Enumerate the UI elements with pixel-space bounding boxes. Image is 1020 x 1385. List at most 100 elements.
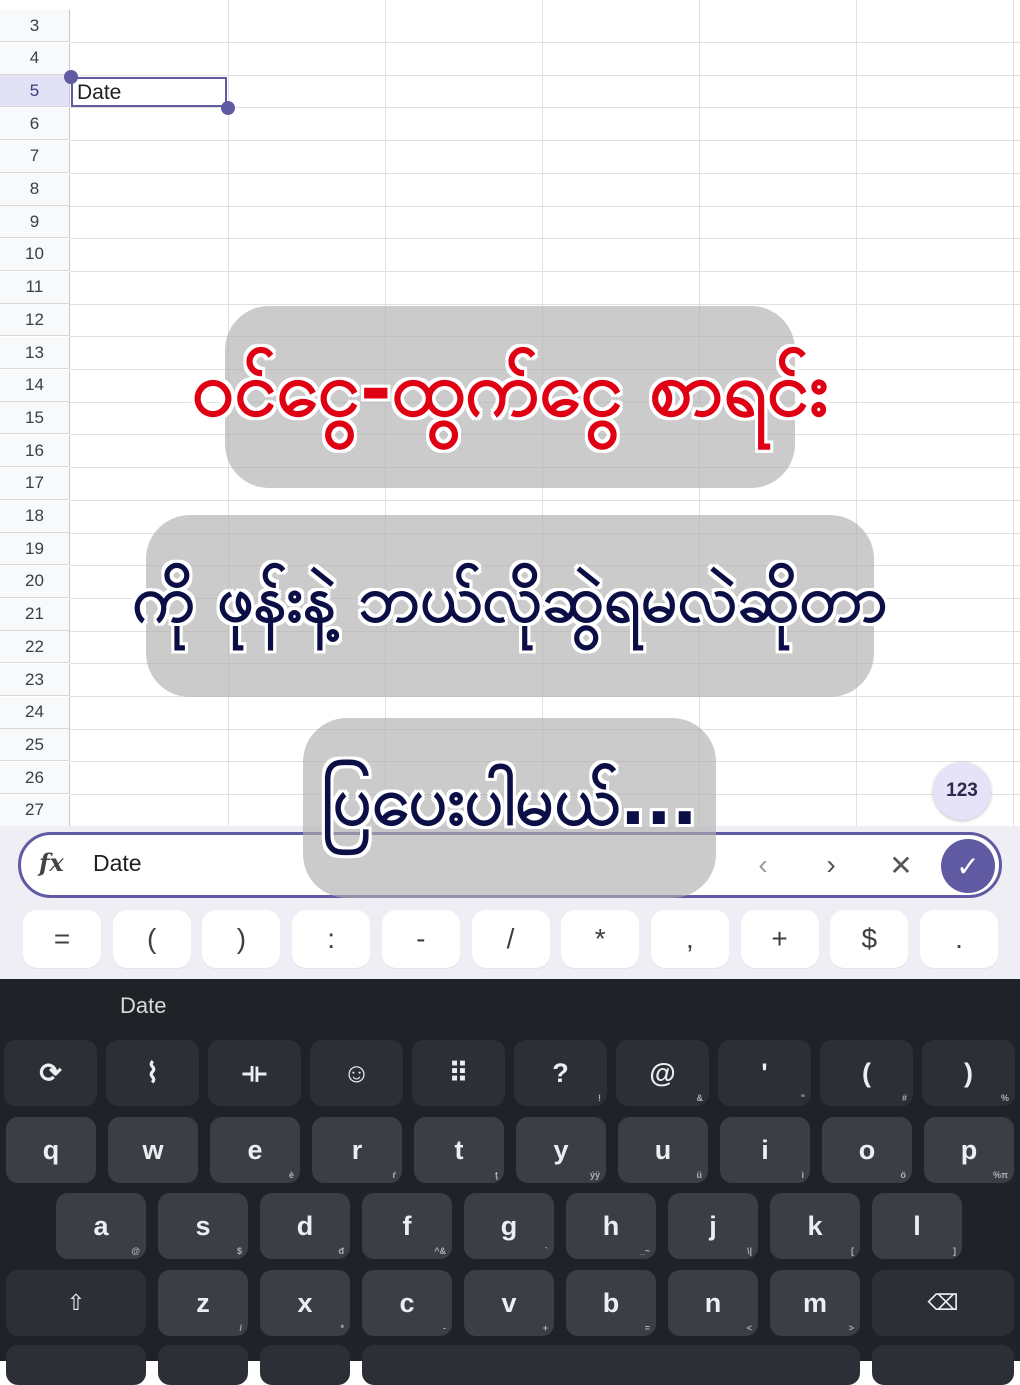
row-header[interactable]: 4: [0, 42, 70, 75]
key-label: @: [649, 1057, 676, 1088]
row-header[interactable]: 17: [0, 467, 70, 500]
letter-key-q[interactable]: q: [6, 1117, 96, 1183]
letter-key-x[interactable]: x *: [260, 1270, 350, 1336]
letter-key-t[interactable]: tţ: [414, 1117, 504, 1183]
row-header[interactable]: 24: [0, 696, 70, 729]
selected-cell[interactable]: Date: [71, 77, 227, 107]
letter-key-v[interactable]: v +: [464, 1270, 554, 1336]
grid-row-line: [70, 107, 1020, 109]
prev-arrow-icon[interactable]: ‹: [741, 843, 785, 887]
row-header[interactable]: 22: [0, 631, 70, 664]
operator-key[interactable]: *: [561, 910, 640, 968]
row-header[interactable]: 11: [0, 271, 70, 304]
letter-key-g[interactable]: g `: [464, 1193, 554, 1259]
row-header[interactable]: 5: [0, 75, 70, 108]
row-header[interactable]: 26: [0, 762, 70, 795]
operator-key-row: =(): - / *, + $.: [0, 910, 1020, 968]
row-header[interactable]: 16: [0, 435, 70, 468]
letter-key-j[interactable]: j \|: [668, 1193, 758, 1259]
bottom-row-key[interactable]: [260, 1345, 350, 1385]
row-header[interactable]: 20: [0, 565, 70, 598]
row-header[interactable]: 10: [0, 238, 70, 271]
row-header[interactable]: 15: [0, 402, 70, 435]
function-key[interactable]: ⟳: [4, 1040, 97, 1106]
key-label: u: [654, 1134, 672, 1165]
key-hint: $: [236, 1246, 242, 1256]
operator-key[interactable]: /: [471, 910, 550, 968]
bottom-row-key[interactable]: [872, 1345, 1014, 1385]
key-label: h: [602, 1210, 620, 1241]
selection-handle[interactable]: [221, 101, 235, 115]
shift-key[interactable]: ⇧: [6, 1270, 146, 1336]
function-key[interactable]: ⠿: [412, 1040, 505, 1106]
row-header[interactable]: 7: [0, 140, 70, 173]
operator-key[interactable]: .: [920, 910, 998, 968]
bottom-row-key[interactable]: [362, 1345, 860, 1385]
bottom-row-key[interactable]: [158, 1345, 248, 1385]
letter-key-p[interactable]: p %π: [924, 1117, 1014, 1183]
grid-row-line: [70, 270, 1020, 272]
letter-key-l[interactable]: l]: [872, 1193, 962, 1259]
letter-key-s[interactable]: s $: [158, 1193, 248, 1259]
letter-key-z[interactable]: z /: [158, 1270, 248, 1336]
confirm-check-icon[interactable]: ✓: [941, 839, 995, 893]
row-header[interactable]: 8: [0, 173, 70, 206]
function-key[interactable]: ⌇: [106, 1040, 199, 1106]
letter-key-o[interactable]: oö: [822, 1117, 912, 1183]
letter-key-f[interactable]: f ^&: [362, 1193, 452, 1259]
formula-input[interactable]: Date: [93, 850, 142, 877]
row-header[interactable]: 6: [0, 108, 70, 141]
function-key[interactable]: ?!: [514, 1040, 607, 1106]
row-header[interactable]: 23: [0, 664, 70, 696]
numeric-keypad-toggle-button[interactable]: 123: [933, 762, 991, 820]
operator-key[interactable]: ,: [650, 910, 729, 968]
row-header[interactable]: 13: [0, 337, 70, 369]
row-header[interactable]: 21: [0, 598, 70, 631]
letter-key-y[interactable]: y ýÿ: [516, 1117, 606, 1183]
letter-key-b[interactable]: b =: [566, 1270, 656, 1336]
operator-key[interactable]: $: [830, 910, 909, 968]
row-header[interactable]: 27: [0, 794, 70, 826]
function-key[interactable]: ' ": [718, 1040, 811, 1106]
letter-key-c[interactable]: c-: [362, 1270, 452, 1336]
letter-key-r[interactable]: rŕ: [312, 1117, 402, 1183]
letter-key-n[interactable]: n <: [668, 1270, 758, 1336]
function-key[interactable]: (#: [820, 1040, 913, 1106]
letter-key-u[interactable]: uü: [618, 1117, 708, 1183]
operator-key[interactable]: -: [381, 910, 460, 968]
row-header[interactable]: 18: [0, 500, 70, 533]
letter-key-d[interactable]: dđ: [260, 1193, 350, 1259]
backspace-key[interactable]: ⌫: [872, 1270, 1014, 1336]
operator-key[interactable]: =: [23, 910, 101, 968]
letter-key-i[interactable]: iì: [720, 1117, 810, 1183]
function-key[interactable]: ☺: [310, 1040, 403, 1106]
bottom-row-key[interactable]: [6, 1345, 146, 1385]
function-key[interactable]: @ &: [616, 1040, 709, 1106]
operator-key[interactable]: ): [202, 910, 281, 968]
row-header[interactable]: 9: [0, 206, 70, 239]
clear-icon[interactable]: ✕: [879, 843, 923, 887]
function-key[interactable]: ⟛: [208, 1040, 301, 1106]
grid-row-line: [70, 499, 1020, 501]
letter-key-w[interactable]: w: [108, 1117, 198, 1183]
row-header[interactable]: 3: [0, 10, 70, 42]
operator-key[interactable]: +: [740, 910, 819, 968]
row-header[interactable]: 25: [0, 729, 70, 762]
operator-key[interactable]: :: [292, 910, 371, 968]
function-key[interactable]: )%: [922, 1040, 1015, 1106]
letter-key-k[interactable]: k[: [770, 1193, 860, 1259]
row-header[interactable]: 14: [0, 369, 70, 402]
key-hint: è: [288, 1170, 294, 1180]
letter-key-e[interactable]: eè: [210, 1117, 300, 1183]
key-label: y: [553, 1134, 569, 1165]
letter-key-h[interactable]: h _~: [566, 1193, 656, 1259]
operator-key[interactable]: (: [112, 910, 191, 968]
letter-key-a[interactable]: a @: [56, 1193, 146, 1259]
row-header[interactable]: 19: [0, 533, 70, 566]
suggestion-word[interactable]: Date: [120, 993, 166, 1019]
caption-line-2: ကို ဖုန်းနဲ့ ဘယ်လိုဆွဲရမလဲဆိုတာ: [132, 515, 888, 697]
letter-key-m[interactable]: m >: [770, 1270, 860, 1336]
row-header[interactable]: 12: [0, 304, 70, 337]
selection-handle[interactable]: [64, 70, 78, 84]
next-arrow-icon[interactable]: ›: [809, 843, 853, 887]
